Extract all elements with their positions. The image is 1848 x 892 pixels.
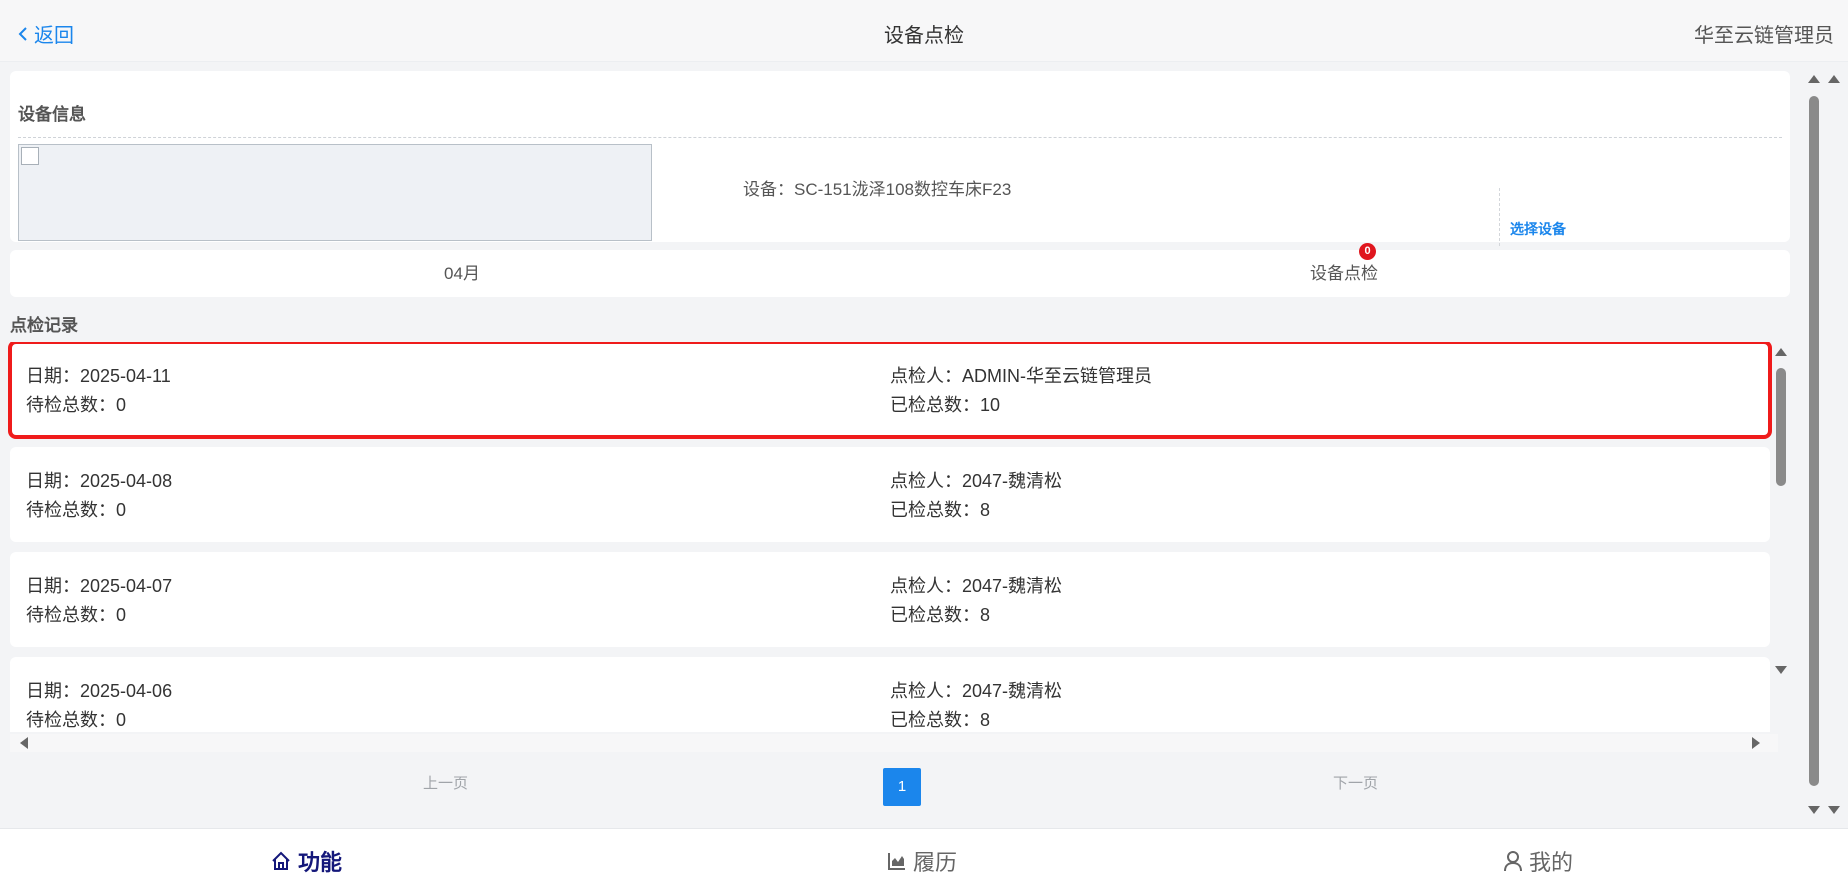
bottom-navigation: 功能 履历 我的 <box>0 828 1848 892</box>
inspection-tabs: 04月 设备点检 0 <box>10 243 1790 297</box>
pagination: 上一页 1 下一页 <box>10 756 1790 812</box>
record-inspector: 点检人：2047-魏清松 <box>890 576 1063 596</box>
nav-label: 功能 <box>298 850 343 875</box>
prev-page-button[interactable]: 上一页 <box>423 772 468 793</box>
select-device-link[interactable]: 选择设备 <box>1510 219 1566 239</box>
records-vertical-scrollbar[interactable] <box>1772 342 1790 732</box>
nav-history[interactable]: 履历 <box>887 845 957 877</box>
page-title: 设备点检 <box>884 25 964 47</box>
record-pending: 待检总数：0 <box>26 500 127 520</box>
nav-functions[interactable]: 功能 <box>270 845 342 877</box>
nav-label: 履历 <box>913 850 958 875</box>
divider <box>1499 188 1500 246</box>
broken-image-icon <box>21 147 39 165</box>
records-horizontal-scrollbar[interactable] <box>10 734 1778 752</box>
record-inspector: 点检人：ADMIN-华至云链管理员 <box>890 366 1152 386</box>
chart-icon <box>888 853 905 870</box>
current-user: 华至云链管理员 <box>1694 25 1834 47</box>
record-done: 已检总数：10 <box>890 395 1001 415</box>
record-pending: 待检总数：0 <box>26 710 127 730</box>
record-pending: 待检总数：0 <box>26 395 127 415</box>
page-vertical-scrollbar[interactable] <box>1806 62 1848 827</box>
record-inspector: 点检人：2047-魏清松 <box>890 681 1063 701</box>
inspection-count-badge: 0 <box>1359 243 1376 260</box>
tab-month[interactable]: 04月 <box>162 250 762 297</box>
current-page-button[interactable]: 1 <box>883 768 921 806</box>
device-name: 设备：SC-151泷泽108数控车床F23 <box>743 180 1012 199</box>
top-bar: 返回 设备点检 华至云链管理员 <box>0 0 1848 62</box>
record-date: 日期：2025-04-06 <box>26 681 173 701</box>
record-date: 日期：2025-04-11 <box>26 366 171 386</box>
nav-mine[interactable]: 我的 <box>1503 845 1573 877</box>
main-content: 设备信息 设备：SC-151泷泽108数控车床F23 选择设备 04月 设备点检… <box>0 62 1806 827</box>
record-pending: 待检总数：0 <box>26 605 127 625</box>
record-date: 日期：2025-04-08 <box>26 471 173 491</box>
device-info-title: 设备信息 <box>18 105 86 124</box>
record-inspector: 点检人：2047-魏清松 <box>890 471 1063 491</box>
record-done: 已检总数：8 <box>890 605 991 625</box>
record-row[interactable]: 日期：2025-04-07 点检人：2047-魏清松 待检总数：0 已检总数：8 <box>10 552 1770 647</box>
record-done: 已检总数：8 <box>890 500 991 520</box>
record-row[interactable]: 日期：2025-04-06 点检人：2047-魏清松 待检总数：0 已检总数：8 <box>10 657 1770 732</box>
nav-label: 我的 <box>1529 850 1574 875</box>
next-page-button[interactable]: 下一页 <box>1333 772 1378 793</box>
device-info-card: 设备信息 设备：SC-151泷泽108数控车床F23 选择设备 <box>10 71 1790 246</box>
record-done: 已检总数：8 <box>890 710 991 730</box>
records-title: 点检记录 <box>10 316 78 335</box>
records-list: 日期：2025-04-11 点检人：ADMIN-华至云链管理员 待检总数：0 已… <box>8 342 1778 732</box>
record-row-selected[interactable]: 日期：2025-04-11 点检人：ADMIN-华至云链管理员 待检总数：0 已… <box>8 342 1772 439</box>
home-icon <box>272 851 290 870</box>
record-row[interactable]: 日期：2025-04-08 点检人：2047-魏清松 待检总数：0 已检总数：8 <box>10 447 1770 542</box>
divider <box>18 137 1782 138</box>
user-icon <box>1504 851 1522 872</box>
record-date: 日期：2025-04-07 <box>26 576 173 596</box>
tab-inspection[interactable]: 设备点检 <box>1044 250 1644 297</box>
device-image <box>18 144 652 241</box>
